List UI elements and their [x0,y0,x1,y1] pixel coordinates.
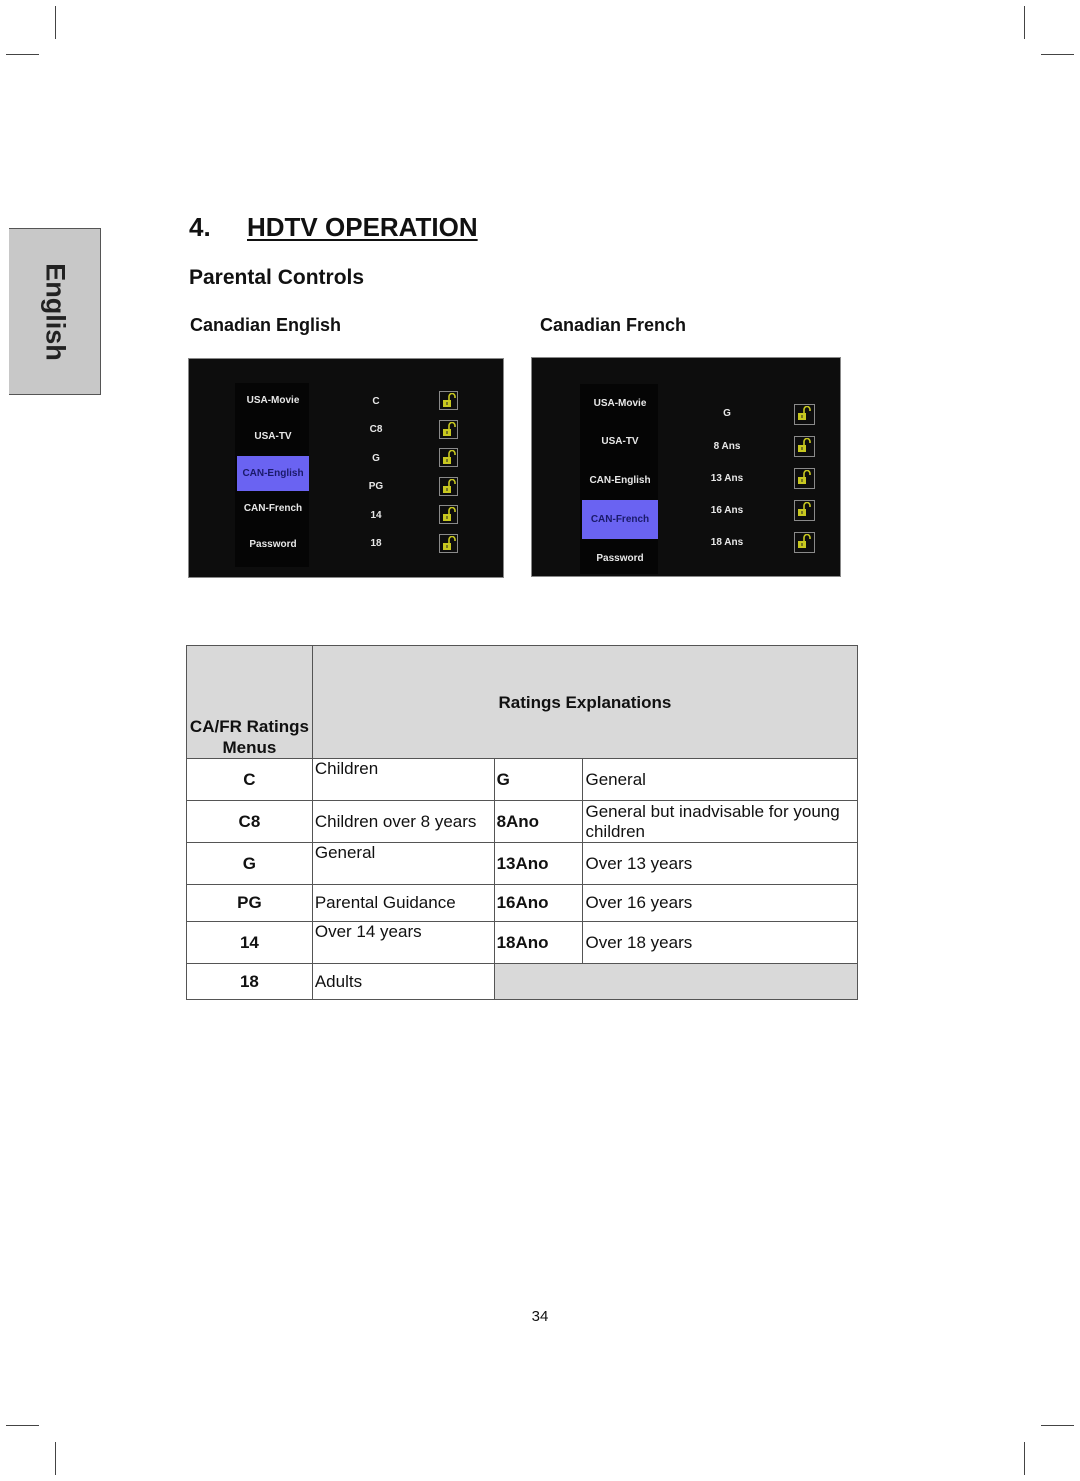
unlocked-padlock-icon [798,502,811,516]
lock-toggle-c8[interactable] [439,420,458,439]
rating-c8: C8 [369,424,383,435]
rating-13-ans: 13 Ans [710,473,744,484]
menu-item-usa-tv[interactable]: USA-TV [237,424,309,450]
table-row: G General 13Ano Over 13 years [186,842,858,885]
en-code: C8 [186,800,313,843]
lock-toggle-8-ans[interactable] [794,436,815,457]
canadian-english-heading: Canadian English [190,315,342,335]
table-row: C Children G General [186,758,858,801]
canadian-french-heading: Canadian French [540,315,687,335]
unlocked-padlock-icon [443,536,456,550]
lock-toggle-13-ans[interactable] [794,468,815,489]
fr-code: 13Ano [493,842,584,885]
crop-mark [55,6,56,39]
en-desc: Children [311,758,495,801]
lock-toggle-g[interactable] [794,404,815,425]
rating-18: 18 [370,538,382,549]
en-desc: Parental Guidance [311,884,495,922]
section-heading: 4. HDTV OPERATION [189,212,478,243]
canadian-english-screenshot: USA-Movie USA-TV CAN-English CAN-French … [188,358,504,578]
en-code: PG [186,884,313,922]
unlocked-padlock-icon [443,393,456,407]
fr-desc: Over 18 years [582,921,858,964]
menu-item-can-english[interactable]: CAN-English [582,468,658,494]
rating-16-ans: 16 Ans [710,505,744,516]
table-row: PG Parental Guidance 16Ano Over 16 years [186,884,858,922]
menu-item-can-french[interactable]: CAN-French [582,500,658,539]
unlocked-padlock-icon [443,450,456,464]
crop-mark [6,1425,39,1426]
section-title: HDTV OPERATION [247,212,478,242]
table-row: 18 Adults [186,963,859,1000]
menu-item-usa-movie[interactable]: USA-Movie [582,391,658,417]
lock-toggle-pg[interactable] [439,477,458,496]
canadian-french-screenshot: USA-Movie USA-TV CAN-English CAN-French … [531,357,841,577]
unlocked-padlock-icon [798,534,811,548]
fr-desc: Over 13 years [582,842,858,885]
empty-cell [493,963,859,1000]
lock-toggle-g[interactable] [439,448,458,467]
unlocked-padlock-icon [798,406,811,420]
lock-toggle-c[interactable] [439,391,458,410]
fr-code: 16Ano [493,884,584,922]
table-row: 14 Over 14 years 18Ano Over 18 years [186,921,858,964]
rating-8-ans: 8 Ans [713,441,741,452]
unlocked-padlock-icon [443,507,456,521]
lock-toggle-14[interactable] [439,505,458,524]
section-number: 4. [189,212,211,242]
rating-g: G [723,408,731,419]
crop-mark [55,1442,56,1475]
rating-c: C [372,396,380,407]
lock-toggle-18-ans[interactable] [794,532,815,553]
language-label: English [40,262,70,361]
crop-mark [1024,6,1025,39]
menu-item-can-french[interactable]: CAN-French [237,496,309,522]
menu-item-can-english[interactable]: CAN-English [237,456,309,491]
ratings-table: CA/FR Ratings Menus Ratings Explanations… [186,645,859,1000]
fr-code: 18Ano [493,921,584,964]
fr-code: 8Ano [493,800,584,843]
lock-toggle-18[interactable] [439,534,458,553]
fr-code: G [493,758,584,801]
header-ratings-menus: CA/FR Ratings Menus [186,645,313,759]
unlocked-padlock-icon [798,470,811,484]
menu-item-usa-movie[interactable]: USA-Movie [237,388,309,414]
lock-toggle-16-ans[interactable] [794,500,815,521]
table-row: C8 Children over 8 years 8Ano General bu… [186,800,858,843]
crop-mark [6,54,39,55]
rating-14: 14 [370,510,382,521]
table-header-row: CA/FR Ratings Menus Ratings Explanations [186,645,859,759]
rating-g: G [372,453,380,464]
header-ratings-explanations: Ratings Explanations [311,645,859,759]
unlocked-padlock-icon [443,479,456,493]
en-code: G [186,842,313,885]
menu-item-usa-tv[interactable]: USA-TV [582,429,658,455]
fr-desc: Over 16 years [582,884,858,922]
en-code: C [186,758,313,801]
page-subtitle: Parental Controls [189,266,365,289]
rating-pg: PG [368,481,384,492]
crop-mark [1041,1425,1074,1426]
en-code: 18 [186,963,313,1000]
menu-item-password[interactable]: Password [237,532,309,558]
unlocked-padlock-icon [443,422,456,436]
en-code: 14 [186,921,313,964]
en-desc: Adults [311,963,495,1000]
en-desc: Over 14 years [311,921,495,964]
rating-18-ans: 18 Ans [710,537,744,548]
fr-desc: General [582,758,858,801]
fr-desc: General but inadvisable for young childr… [582,800,858,843]
unlocked-padlock-icon [798,438,811,452]
en-desc: Children over 8 years [311,800,495,843]
language-side-tab: English [9,228,101,395]
crop-mark [1041,54,1074,55]
menu-item-password[interactable]: Password [582,546,658,572]
page-number: 34 [531,1308,549,1325]
crop-mark [1024,1442,1025,1475]
en-desc: General [311,842,495,885]
